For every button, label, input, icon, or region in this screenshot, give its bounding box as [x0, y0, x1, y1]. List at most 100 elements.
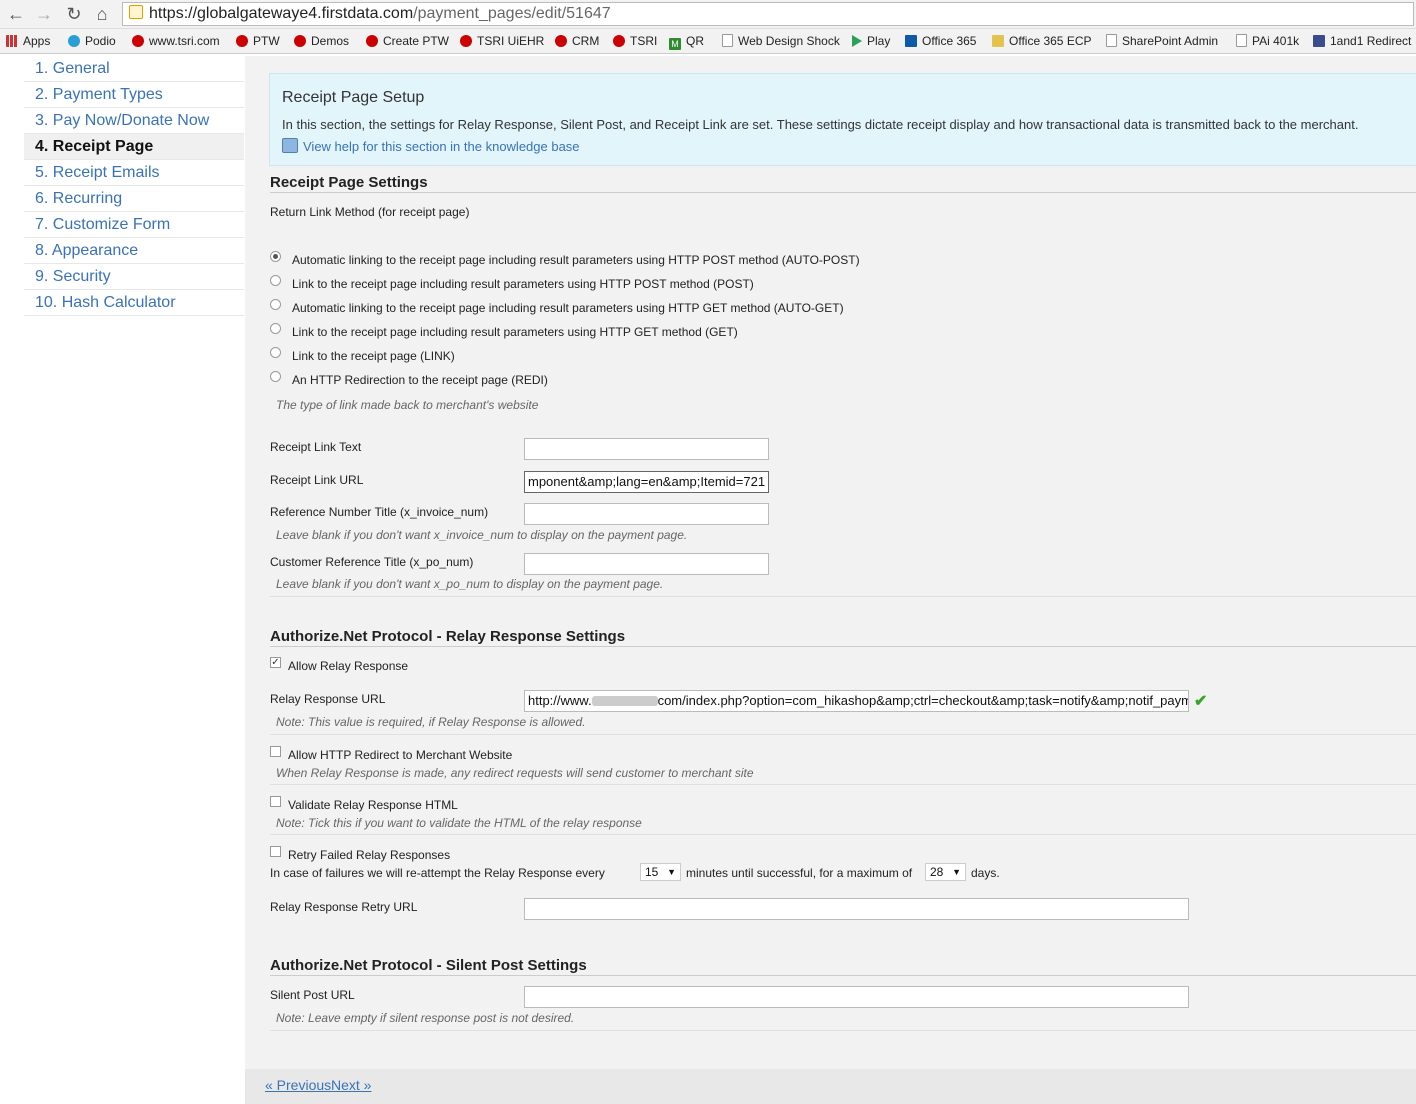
tsri-icon	[132, 35, 144, 47]
allow-redirect-note: When Relay Response is made, any redirec…	[276, 766, 754, 780]
tsri2-icon	[613, 35, 625, 47]
bookmark-ptw[interactable]: PTW	[236, 33, 280, 49]
bookmark-web-design-shock[interactable]: Web Design Shock	[722, 33, 840, 49]
sidebar-item-receipt-page[interactable]: 4. Receipt Page	[24, 134, 244, 160]
sidebar-item-payment-types[interactable]: 2. Payment Types	[24, 82, 244, 108]
chevron-down-icon: ▼	[667, 867, 676, 877]
reference-title-note: Leave blank if you don't want x_invoice_…	[276, 528, 688, 542]
allow-redirect-checkbox[interactable]	[270, 746, 281, 757]
step-sidebar: 1. General 2. Payment Types 3. Pay Now/D…	[24, 56, 244, 316]
section-divider	[270, 1030, 1416, 1031]
sidebar-item-recurring[interactable]: 6. Recurring	[24, 186, 244, 212]
pager-bar	[245, 1069, 1416, 1104]
receipt-link-text-input[interactable]	[524, 438, 769, 460]
retry-failed-checkbox[interactable]	[270, 846, 281, 857]
retry-url-input[interactable]	[524, 898, 1189, 920]
ioi-icon	[1313, 35, 1325, 47]
allow-redirect-label: Allow HTTP Redirect to Merchant Website	[288, 748, 513, 762]
page-icon	[1106, 34, 1117, 47]
relay-url-note: Note: This value is required, if Relay R…	[276, 715, 586, 729]
bookmark-apps[interactable]: Apps	[6, 33, 50, 49]
sidebar-item-security[interactable]: 9. Security	[24, 264, 244, 290]
chevron-down-icon: ▼	[952, 867, 961, 877]
sidebar-item-general[interactable]: 1. General	[24, 56, 244, 82]
qr-icon: M	[669, 38, 681, 50]
section-divider	[270, 734, 1416, 735]
play-icon	[852, 35, 862, 47]
retry-sentence-3: days.	[971, 866, 1000, 880]
radio-auto-get-label: Automatic linking to the receipt page in…	[292, 301, 844, 315]
relay-url-input[interactable]: http://www. com/index.php?option=com_hika…	[524, 690, 1189, 712]
bookmark-tsri-uiehr[interactable]: TSRI UiEHR	[460, 33, 544, 49]
bookmark-pai-401k[interactable]: PAi 401k	[1236, 33, 1299, 49]
sidebar-item-hash-calculator[interactable]: 10. Hash Calculator	[24, 290, 244, 316]
bookmark-demos[interactable]: Demos	[294, 33, 349, 49]
bookmark-tsri2[interactable]: TSRI	[613, 33, 657, 49]
ecp-icon	[992, 35, 1004, 47]
bookmark-sharepoint-admin[interactable]: SharePoint Admin	[1106, 33, 1218, 49]
radio-auto-get[interactable]	[270, 299, 281, 310]
help-link[interactable]: View help for this section in the knowle…	[282, 138, 580, 154]
radio-post-label: Link to the receipt page including resul…	[292, 277, 754, 291]
allow-relay-checkbox[interactable]: ✓	[270, 657, 281, 668]
relay-url-label: Relay Response URL	[270, 692, 386, 706]
podio-icon	[68, 35, 80, 47]
sidebar-item-pay-now[interactable]: 3. Pay Now/Donate Now	[24, 108, 244, 134]
bookmark-play[interactable]: Play	[852, 33, 890, 49]
receipt-link-url-input[interactable]: mponent&amp;lang=en&amp;Itemid=721	[524, 471, 769, 493]
office-icon	[905, 35, 917, 47]
url-host: https://globalgatewaye4.firstdata.com	[149, 5, 414, 22]
sidebar-item-customize-form[interactable]: 7. Customize Form	[24, 212, 244, 238]
validate-html-checkbox[interactable]	[270, 796, 281, 807]
address-bar[interactable]: https://globalgatewaye4.firstdata.com/pa…	[122, 2, 1414, 26]
retry-sentence-2: minutes until successful, for a maximum …	[686, 866, 913, 880]
section-divider	[270, 975, 1416, 976]
ptw-icon	[236, 35, 248, 47]
retry-failed-label: Retry Failed Relay Responses	[288, 848, 451, 862]
radio-link-label: Link to the receipt page (LINK)	[292, 349, 455, 363]
bookmark-office365[interactable]: Office 365	[905, 33, 976, 49]
lock-icon	[129, 5, 143, 19]
radio-link[interactable]	[270, 347, 281, 358]
radio-auto-post[interactable]	[270, 251, 281, 262]
radio-post[interactable]	[270, 275, 281, 286]
page-icon	[722, 34, 733, 47]
section-divider	[270, 646, 1416, 647]
bookmark-1and1-redirect[interactable]: 1and1 Redirect	[1313, 33, 1411, 49]
home-icon[interactable]: ⌂	[92, 4, 112, 24]
tsri-uiehr-icon	[460, 35, 472, 47]
valid-check-icon: ✔	[1194, 693, 1208, 710]
radio-redi[interactable]	[270, 371, 281, 382]
bookmark-crm[interactable]: CRM	[555, 33, 599, 49]
reload-icon[interactable]: ↻	[64, 4, 84, 24]
radio-auto-post-label: Automatic linking to the receipt page in…	[292, 253, 860, 267]
back-icon[interactable]: ←	[6, 4, 26, 24]
section-divider	[270, 834, 1416, 835]
retry-minutes-select[interactable]: 15 ▼	[640, 863, 681, 881]
section-divider	[270, 192, 1416, 193]
apps-icon	[6, 35, 18, 47]
silent-url-input[interactable]	[524, 986, 1189, 1008]
reference-title-input[interactable]	[524, 503, 769, 525]
radio-get[interactable]	[270, 323, 281, 334]
bookmark-office365-ecp[interactable]: Office 365 ECP	[992, 33, 1092, 49]
allow-relay-label: Allow Relay Response	[288, 659, 409, 673]
panel-description: In this section, the settings for Relay …	[282, 117, 1359, 132]
bookmark-tsri[interactable]: www.tsri.com	[132, 33, 220, 49]
bookmarks-bar: Apps Podio www.tsri.com PTW Demos Create…	[0, 29, 1416, 54]
retry-url-label: Relay Response Retry URL	[270, 900, 418, 914]
customer-reference-input[interactable]	[524, 553, 769, 575]
silent-url-note: Note: Leave empty if silent response pos…	[276, 1011, 575, 1025]
retry-days-select[interactable]: 28 ▼	[925, 863, 966, 881]
previous-link[interactable]: « Previous	[265, 1077, 331, 1093]
bookmark-podio[interactable]: Podio	[68, 33, 116, 49]
demos-icon	[294, 35, 306, 47]
silent-url-label: Silent Post URL	[270, 988, 355, 1002]
bookmark-create-ptw[interactable]: Create PTW	[366, 33, 449, 49]
return-method-note: The type of link made back to merchant's…	[276, 398, 539, 412]
bookmark-qr[interactable]: M QR	[669, 33, 704, 50]
sidebar-item-receipt-emails[interactable]: 5. Receipt Emails	[24, 160, 244, 186]
forward-icon[interactable]: →	[34, 4, 54, 24]
sidebar-item-appearance[interactable]: 8. Appearance	[24, 238, 244, 264]
next-link[interactable]: Next »	[331, 1077, 371, 1093]
